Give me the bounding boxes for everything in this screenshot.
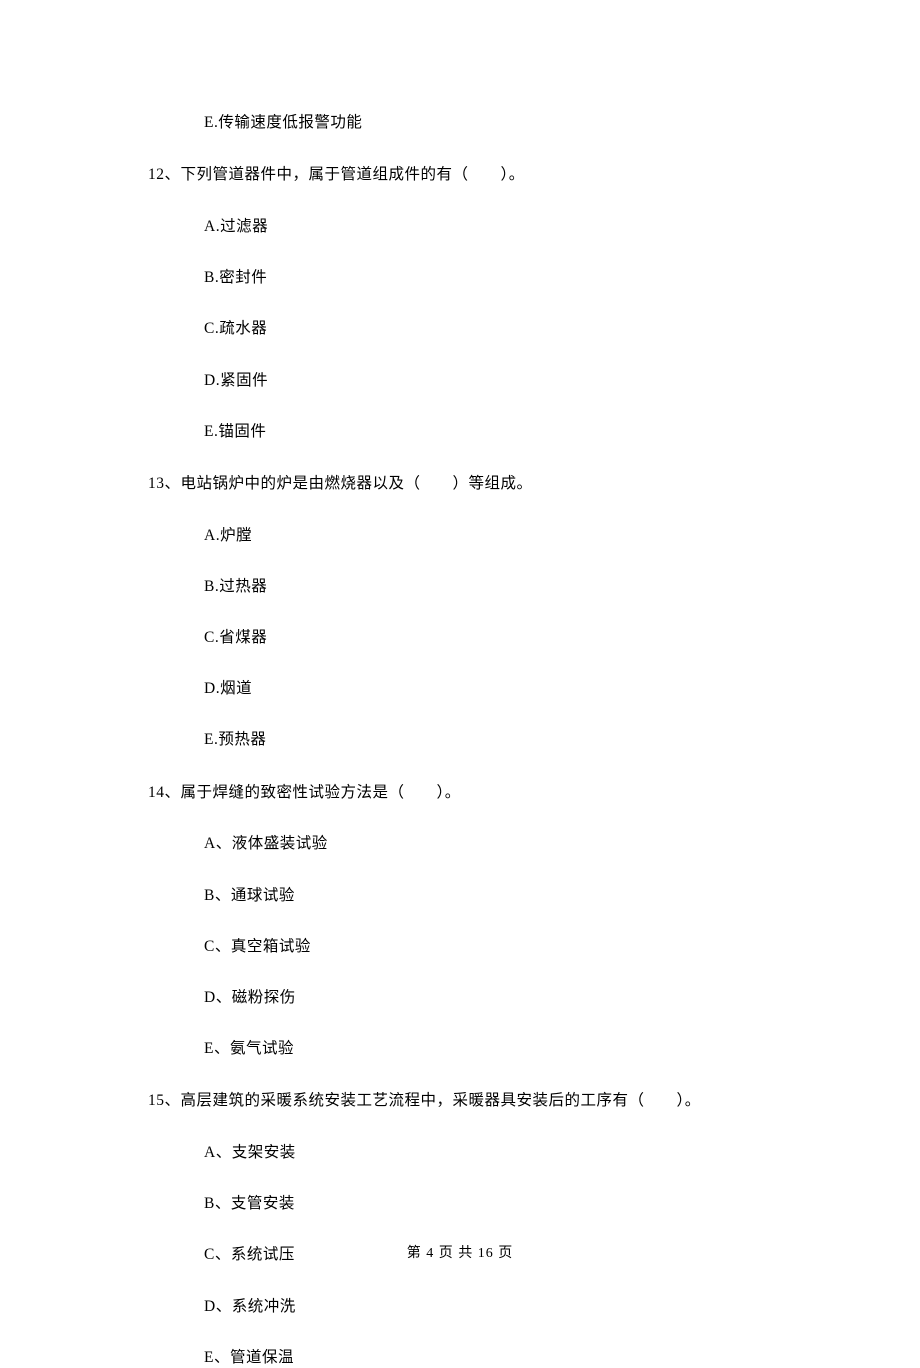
q13-option-c: C.省煤器 bbox=[148, 627, 820, 649]
q14-option-a: A、液体盛装试验 bbox=[148, 833, 820, 855]
q13-option-d: D.烟道 bbox=[148, 678, 820, 700]
question-12: 12、下列管道器件中，属于管道组成件的有（ ）。 bbox=[148, 163, 820, 186]
orphan-option-e: E.传输速度低报警功能 bbox=[148, 112, 820, 134]
content-area: E.传输速度低报警功能 12、下列管道器件中，属于管道组成件的有（ ）。 A.过… bbox=[0, 112, 920, 1368]
q15-option-a: A、支架安装 bbox=[148, 1142, 820, 1164]
q12-option-b: B.密封件 bbox=[148, 267, 820, 289]
question-number: 12、 bbox=[148, 166, 181, 183]
question-stem: 电站锅炉中的炉是由燃烧器以及（ ）等组成。 bbox=[181, 475, 533, 492]
q15-option-d: D、系统冲洗 bbox=[148, 1296, 820, 1318]
q15-option-e: E、管道保温 bbox=[148, 1347, 820, 1368]
question-stem: 下列管道器件中，属于管道组成件的有（ ）。 bbox=[181, 166, 525, 183]
question-14: 14、属于焊缝的致密性试验方法是（ ）。 bbox=[148, 781, 820, 804]
q12-option-e: E.锚固件 bbox=[148, 421, 820, 443]
q13-option-a: A.炉膛 bbox=[148, 525, 820, 547]
q14-option-c: C、真空箱试验 bbox=[148, 936, 820, 958]
question-number: 15、 bbox=[148, 1092, 181, 1109]
q14-option-e: E、氨气试验 bbox=[148, 1038, 820, 1060]
page-footer: 第 4 页 共 16 页 bbox=[0, 1242, 920, 1262]
q14-option-b: B、通球试验 bbox=[148, 885, 820, 907]
page-container: E.传输速度低报警功能 12、下列管道器件中，属于管道组成件的有（ ）。 A.过… bbox=[0, 0, 920, 1302]
q12-option-c: C.疏水器 bbox=[148, 318, 820, 340]
q12-option-a: A.过滤器 bbox=[148, 216, 820, 238]
q13-option-e: E.预热器 bbox=[148, 729, 820, 751]
question-number: 13、 bbox=[148, 475, 181, 492]
question-stem: 属于焊缝的致密性试验方法是（ ）。 bbox=[181, 784, 461, 801]
question-13: 13、电站锅炉中的炉是由燃烧器以及（ ）等组成。 bbox=[148, 472, 820, 495]
question-stem: 高层建筑的采暖系统安装工艺流程中，采暖器具安装后的工序有（ ）。 bbox=[181, 1092, 701, 1109]
question-15: 15、高层建筑的采暖系统安装工艺流程中，采暖器具安装后的工序有（ ）。 bbox=[148, 1089, 820, 1112]
q12-option-d: D.紧固件 bbox=[148, 370, 820, 392]
question-number: 14、 bbox=[148, 784, 181, 801]
q13-option-b: B.过热器 bbox=[148, 576, 820, 598]
q14-option-d: D、磁粉探伤 bbox=[148, 987, 820, 1009]
q15-option-b: B、支管安装 bbox=[148, 1193, 820, 1215]
